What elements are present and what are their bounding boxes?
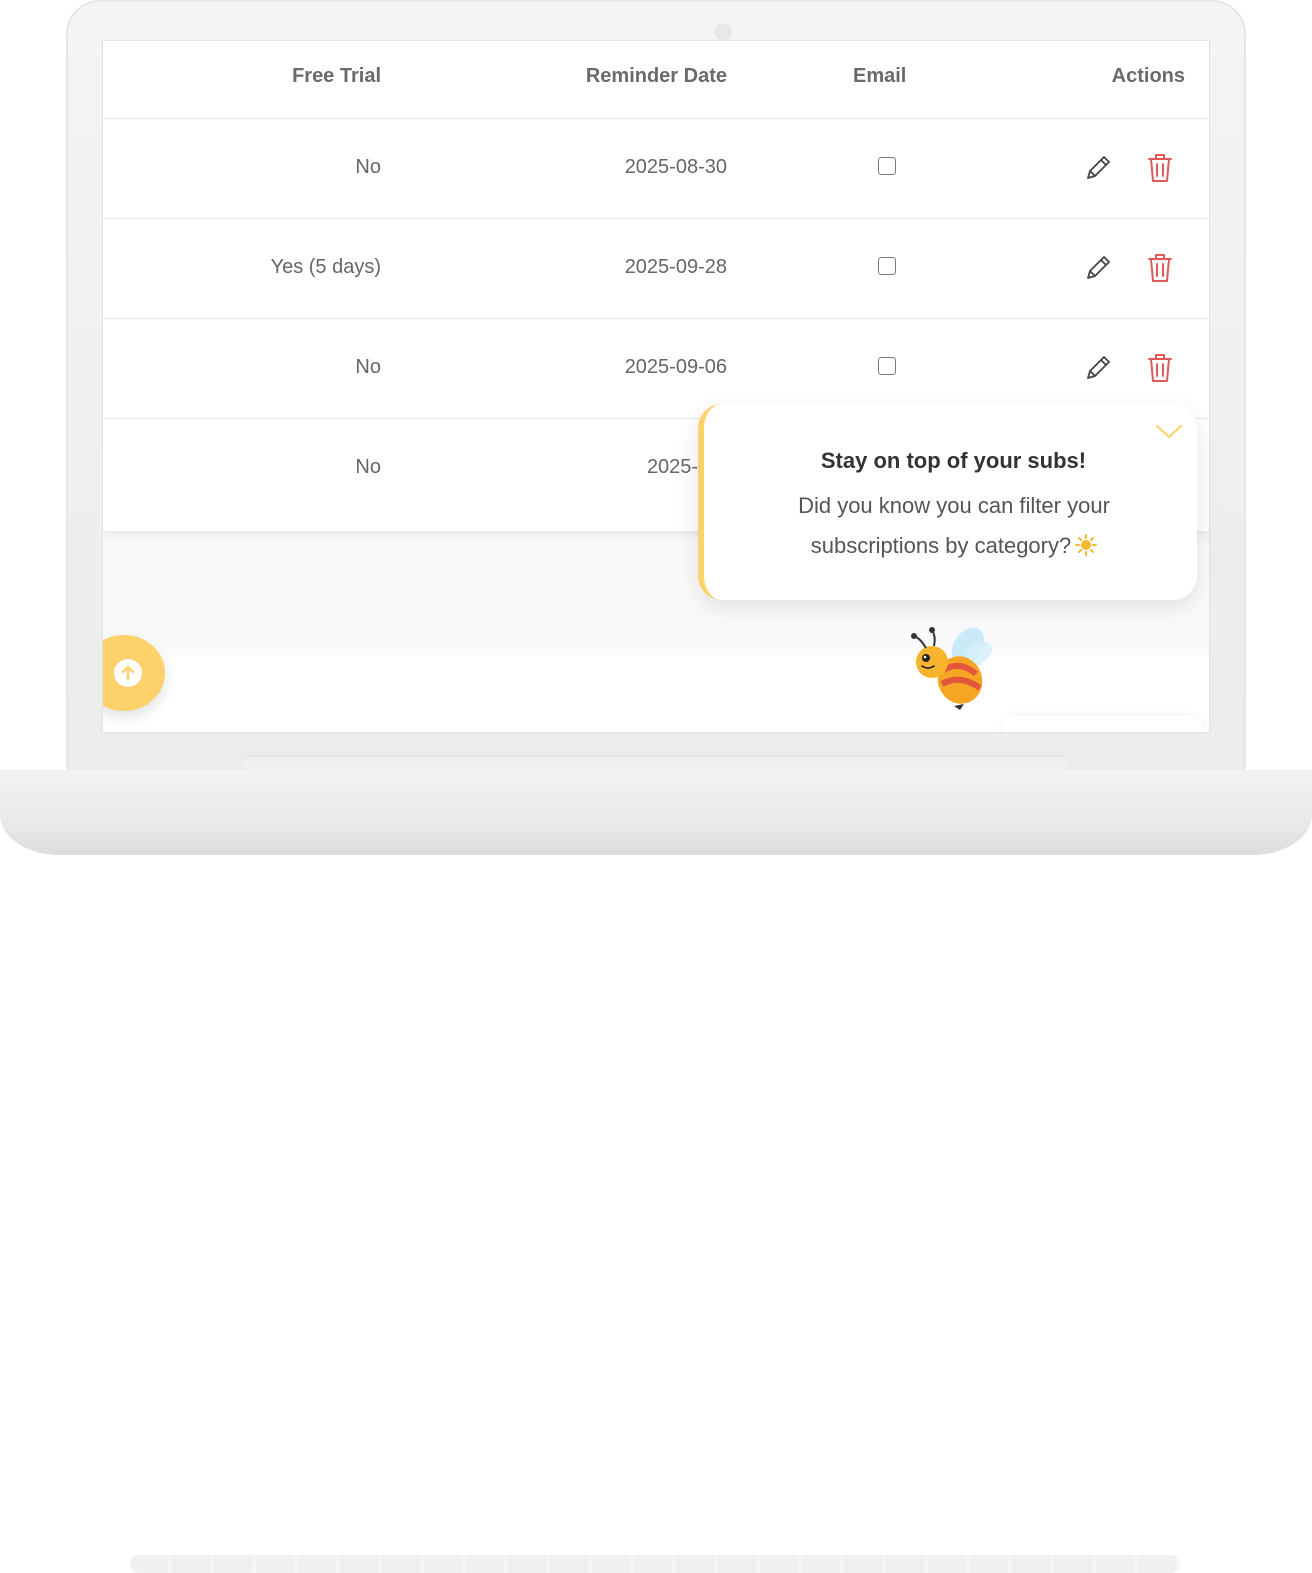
trash-icon[interactable] — [1145, 251, 1175, 285]
footer-card — [1003, 716, 1203, 732]
free-trial-cell: Yes (5 days) — [270, 256, 381, 278]
screen: Free Trial Reminder Date Email Actions N… — [102, 40, 1210, 733]
header-email: Email — [853, 65, 907, 87]
header-reminder-date: Reminder Date — [585, 65, 727, 87]
trash-icon[interactable] — [1145, 151, 1175, 185]
camera — [715, 24, 731, 40]
header-free-trial: Free Trial — [292, 65, 381, 87]
keyboard-edge — [130, 1555, 1180, 1573]
chevron-down-icon[interactable] — [1155, 424, 1183, 440]
email-checkbox[interactable] — [878, 257, 896, 275]
laptop-hinge — [244, 757, 1066, 771]
trash-icon[interactable] — [1145, 351, 1175, 385]
tip-body-wrapper: Did you know you can filter your subscri… — [764, 486, 1144, 566]
table-header: Free Trial Reminder Date Email Actions — [103, 41, 1209, 119]
reminder-date-cell: 2025-09-06 — [624, 356, 727, 378]
pencil-icon[interactable] — [1081, 251, 1115, 285]
reminder-date-cell: 2025-09-28 — [624, 256, 727, 278]
email-checkbox[interactable] — [878, 357, 896, 375]
laptop-base — [0, 770, 1312, 1573]
free-trial-cell: No — [355, 456, 381, 478]
free-trial-cell: No — [355, 156, 381, 178]
tip-body: Did you know you can filter your subscri… — [798, 493, 1110, 558]
free-trial-cell: No — [355, 356, 381, 378]
arrow-up-icon — [114, 659, 142, 687]
header-actions: Actions — [1111, 65, 1185, 87]
bee-icon — [911, 627, 992, 710]
tip-title: Stay on top of your subs! — [820, 448, 1087, 473]
pencil-icon[interactable] — [1081, 351, 1115, 385]
table-row: No 2025-08-30 — [103, 119, 1209, 219]
reminder-date-cell: 2025-08-30 — [624, 156, 727, 178]
email-checkbox[interactable] — [878, 157, 896, 175]
tip-bubble: Stay on top of your subs! Did you know y… — [698, 404, 1197, 600]
sun-icon — [1075, 534, 1098, 556]
pencil-icon[interactable] — [1081, 151, 1115, 185]
table-row: Yes (5 days) 2025-09-28 — [103, 219, 1209, 319]
